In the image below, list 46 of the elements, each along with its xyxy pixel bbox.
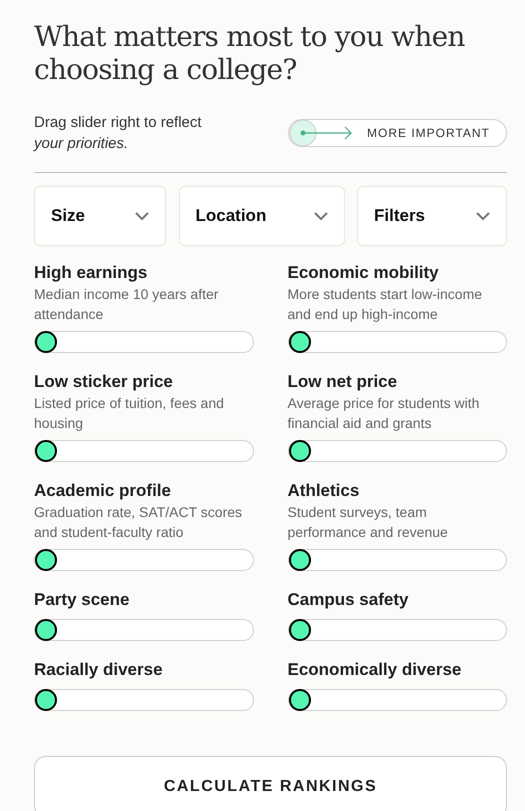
chevron-down-icon bbox=[476, 212, 490, 220]
slider-track[interactable] bbox=[34, 689, 254, 711]
priority-title: Economically diverse bbox=[288, 659, 462, 681]
priority-title: Campus safety bbox=[288, 589, 410, 611]
instruction-text: Drag slider right to reflect your priorities. bbox=[34, 113, 203, 154]
slider-track[interactable] bbox=[288, 689, 507, 711]
priority-title: Low net price bbox=[288, 371, 398, 393]
priority-description: Student surveys, team performance and revenue bbox=[288, 503, 449, 542]
slider-thumb[interactable] bbox=[35, 549, 57, 571]
priority-title: Racially diverse bbox=[34, 659, 164, 681]
slider-track[interactable] bbox=[34, 331, 254, 353]
slider-thumb[interactable] bbox=[288, 689, 310, 711]
priority-description: Listed price of tuition, fees and housing bbox=[34, 394, 225, 433]
slider-track[interactable] bbox=[34, 619, 254, 641]
priority-description: Graduation rate, SAT/ACT scores and student-faculty ratio bbox=[34, 503, 244, 542]
slider-thumb[interactable] bbox=[288, 440, 310, 462]
priority-description: Median income 10 years after attendance bbox=[34, 285, 220, 324]
priority-title: Economic mobility bbox=[288, 262, 440, 284]
priority-description: Average price for students with financial aid and grants bbox=[288, 394, 480, 433]
priority-title: Athletics bbox=[288, 480, 360, 502]
slider-track[interactable] bbox=[34, 440, 254, 462]
slider-track[interactable] bbox=[288, 549, 507, 571]
dropdown-button[interactable]: Size bbox=[34, 186, 166, 246]
priority-title: Low sticker price bbox=[34, 371, 174, 393]
slider-track[interactable] bbox=[288, 440, 507, 462]
priority-title: Academic profile bbox=[34, 480, 172, 502]
slider-thumb[interactable] bbox=[35, 619, 57, 641]
page-title: What matters most to you when choosing a college? bbox=[34, 20, 466, 86]
chevron-down-icon bbox=[135, 212, 149, 220]
dropdown-button[interactable]: Location bbox=[178, 186, 344, 246]
slider-thumb[interactable] bbox=[35, 689, 57, 711]
slider-thumb[interactable] bbox=[288, 331, 310, 353]
slider-track[interactable] bbox=[34, 549, 254, 571]
slider-track[interactable] bbox=[288, 619, 507, 641]
calculate-rankings-button[interactable]: CALCULATE RANKINGS bbox=[34, 756, 507, 811]
slider-track[interactable] bbox=[288, 331, 507, 353]
slider-thumb[interactable] bbox=[35, 440, 57, 462]
slider-thumb[interactable] bbox=[288, 619, 310, 641]
demo-label: MORE IMPORTANT bbox=[367, 125, 490, 142]
priority-description: More students start low-income and end up high-income bbox=[288, 285, 484, 324]
dropdown-button[interactable]: Filters bbox=[357, 186, 507, 246]
slider-thumb[interactable] bbox=[288, 549, 310, 571]
priority-title: Party scene bbox=[34, 589, 130, 611]
priority-title: High earnings bbox=[34, 262, 148, 284]
slider-thumb[interactable] bbox=[35, 331, 57, 353]
chevron-down-icon bbox=[314, 212, 328, 220]
